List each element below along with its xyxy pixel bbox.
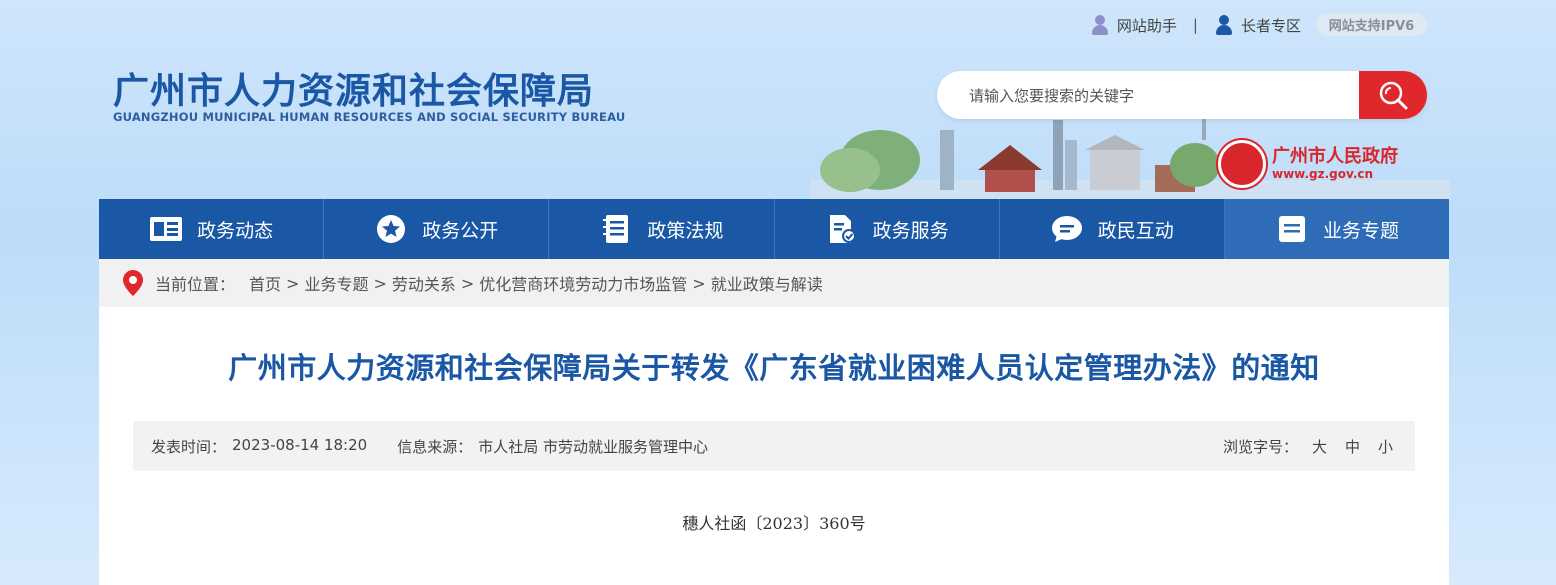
site-logo-title[interactable]: 广州市人力资源和社会保障局: [113, 62, 594, 114]
source-value: 市人社局 市劳动就业服务管理中心: [478, 437, 708, 456]
breadcrumb-employment-policy[interactable]: 就业政策与解读: [711, 271, 823, 295]
gov-emblem-icon: [1218, 140, 1266, 188]
nav-tab-label: 政务动态: [197, 219, 274, 242]
breadcrumb-prefix: 当前位置：: [155, 275, 236, 294]
gz-gov-logo-link[interactable]: 广州市人民政府 www.gz.gov.cn: [1218, 140, 1398, 188]
notebook-icon: [599, 214, 633, 244]
gov-url: www.gz.gov.cn: [1272, 167, 1374, 181]
nav-tab-services[interactable]: 政务服务: [775, 199, 1000, 259]
font-size-medium-button[interactable]: 中: [1345, 436, 1360, 457]
chat-bubble-icon: [1050, 214, 1084, 244]
breadcrumb-separator: >: [692, 273, 706, 293]
list-icon: [1275, 214, 1309, 244]
nav-tab-label: 政民互动: [1097, 219, 1174, 242]
font-size-large-button[interactable]: 大: [1312, 436, 1327, 457]
breadcrumb: 当前位置： 首页 > 业务专题 > 劳动关系 > 优化营商环境劳动力市场监管 >…: [99, 259, 1449, 307]
nav-tab-topics[interactable]: 业务专题: [1224, 199, 1450, 259]
search-input[interactable]: [937, 71, 1391, 119]
nav-tab-policies[interactable]: 政策法规: [549, 199, 775, 259]
breadcrumb-labor-relations[interactable]: 劳动关系: [392, 271, 456, 295]
document-number: 穗人社函〔2023〕360号: [682, 514, 866, 533]
article-content: 广州市人力资源和社会保障局关于转发《广东省就业困难人员认定管理办法》的通知 发表…: [99, 307, 1449, 585]
breadcrumb-home[interactable]: 首页: [249, 271, 281, 295]
top-utility-bar: 网站助手 | 长者专区: [1090, 12, 1301, 38]
nav-tab-news[interactable]: 政务动态: [99, 199, 325, 259]
search-button[interactable]: [1359, 71, 1427, 119]
elder-label: 长者专区: [1240, 16, 1301, 35]
publish-time-label: 发表时间：: [151, 437, 227, 456]
search-box: [937, 71, 1427, 119]
elder-person-icon: [1214, 14, 1234, 36]
site-helper-link[interactable]: 网站助手: [1090, 14, 1177, 36]
news-icon: [149, 214, 183, 244]
location-pin-icon: [123, 270, 143, 296]
article-title: 广州市人力资源和社会保障局关于转发《广东省就业困难人员认定管理办法》的通知: [228, 351, 1320, 385]
star-badge-icon: [374, 214, 408, 244]
nav-tab-interaction[interactable]: 政民互动: [1000, 199, 1225, 259]
nav-tab-label: 业务专题: [1322, 219, 1399, 242]
breadcrumb-separator: >: [286, 273, 300, 293]
source-label: 信息来源：: [397, 437, 473, 456]
article-meta-bar: 发表时间： 2023-08-14 18:20 信息来源： 市人社局 市劳动就业服…: [133, 421, 1415, 471]
helper-person-icon: [1090, 14, 1110, 36]
nav-tab-open-government[interactable]: 政务公开: [324, 199, 550, 259]
ipv6-badge: 网站支持IPV6: [1316, 13, 1427, 36]
elder-zone-link[interactable]: 长者专区: [1214, 14, 1301, 36]
font-size-small-button[interactable]: 小: [1378, 436, 1393, 457]
nav-tab-label: 政务服务: [872, 219, 949, 242]
nav-tab-label: 政策法规: [647, 219, 724, 242]
font-size-label: 浏览字号：: [1222, 437, 1298, 456]
document-edit-icon: [825, 214, 859, 244]
site-logo-subtitle: GUANGZHOU MUNICIPAL HUMAN RESOURCES AND …: [113, 110, 626, 124]
helper-label: 网站助手: [1116, 16, 1177, 35]
breadcrumb-market-supervision[interactable]: 优化营商环境劳动力市场监管: [479, 271, 687, 295]
breadcrumb-separator: >: [373, 273, 387, 293]
nav-tab-label: 政务公开: [422, 219, 499, 242]
gov-name: 广州市人民政府: [1272, 146, 1398, 167]
publish-time-value: 2023-08-14 18:20: [232, 435, 368, 454]
main-nav: 政务动态 政务公开 政策法规 政务服务 政民互动 业务专题: [99, 199, 1450, 259]
breadcrumb-separator: >: [460, 273, 475, 293]
breadcrumb-topics[interactable]: 业务专题: [304, 271, 368, 295]
search-icon: [1379, 81, 1408, 110]
divider: |: [1192, 16, 1198, 34]
